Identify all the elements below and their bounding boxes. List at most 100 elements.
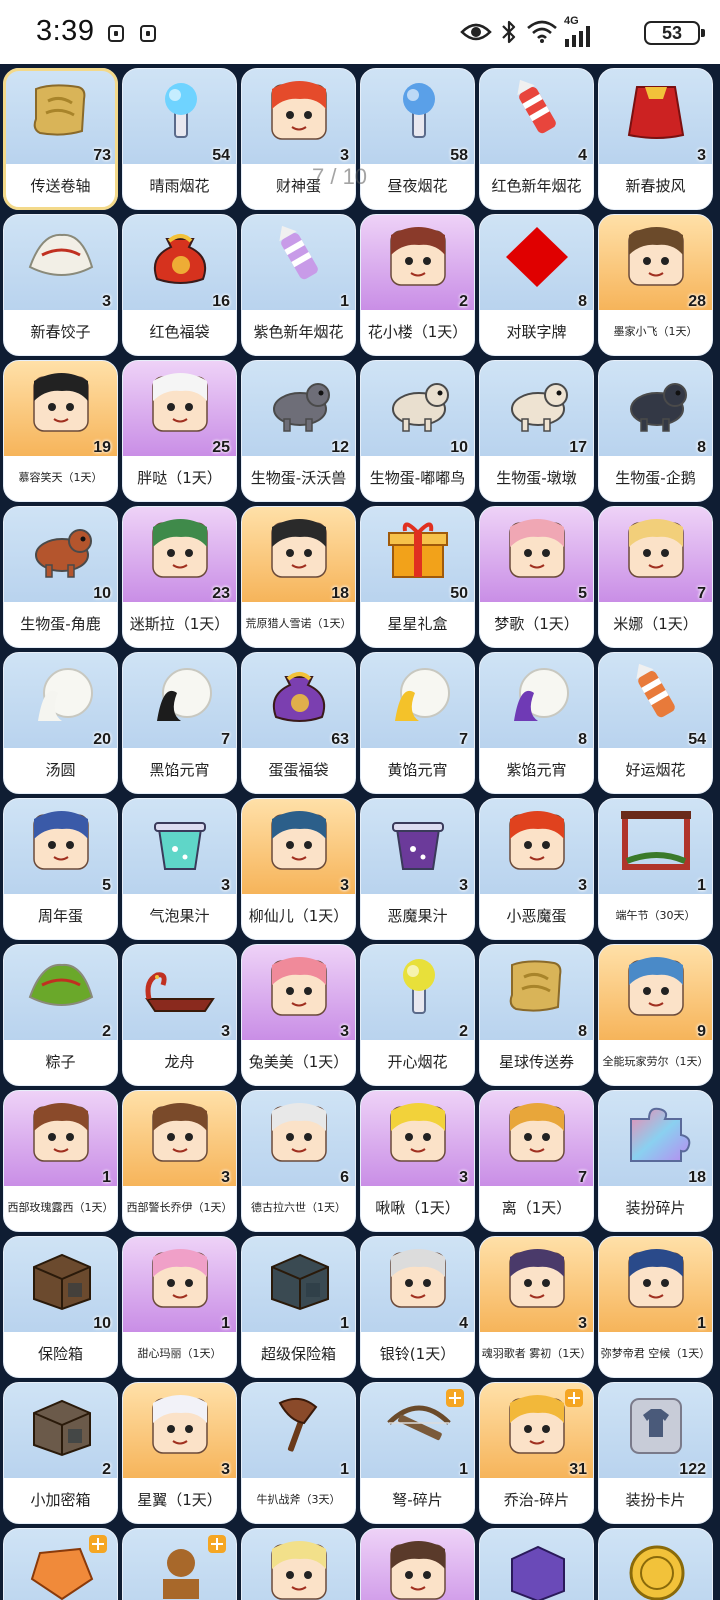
inventory-item-card[interactable]: 1 西部玫瑰露西（1天） [3,1090,118,1232]
inventory-item-card[interactable]: 58 昼夜烟花 [360,68,475,210]
item-image [22,1393,100,1457]
item-image [260,1539,338,1600]
inventory-item-card[interactable]: 7 离（1天） [479,1090,594,1232]
inventory-item-card[interactable]: 19 慕容笑天（1天） [3,360,118,502]
inventory-item-card[interactable]: 4 红色新年烟花 [479,68,594,210]
inventory-item-card[interactable]: 7 米娜（1天） [598,506,713,648]
inventory-item-card[interactable]: 8 星球传送券 [479,944,594,1086]
inventory-item-card[interactable]: 16 红色福袋 [122,214,237,356]
inventory-item-card[interactable]: 3 兔美美（1天） [241,944,356,1086]
inventory-item-card[interactable]: 7 黑馅元宵 [122,652,237,794]
firework-icon [402,83,435,138]
inventory-item-card[interactable]: 2 花小楼（1天） [360,214,475,356]
dragon-boat-icon [144,972,215,1012]
inventory-item-card[interactable]: 122 装扮卡片 [598,1382,713,1524]
item-image [379,1247,457,1311]
inventory-item-card[interactable]: 3 啾啾（1天） [360,1090,475,1232]
inventory-item-card[interactable]: 8 对联字牌 [479,214,594,356]
inventory-item-card[interactable]: 8 生物蛋-企鹅 [598,360,713,502]
inventory-item-card[interactable]: 18 荒原猎人雪诺（1天） [241,506,356,648]
inventory-item-card[interactable]: 28 墨家小飞（1天） [598,214,713,356]
item-name: 开心烟花 [387,1052,448,1071]
inventory-item-card[interactable]: 12 生物蛋-沃沃兽 [241,360,356,502]
inventory-item-card[interactable]: 2 开心烟花 [360,944,475,1086]
item-image [379,79,457,143]
item-image [379,517,457,581]
inventory-item-card[interactable]: 5 梦歌（1天） [479,506,594,648]
inventory-item-card[interactable]: 1 甜心玛丽（1天） [122,1236,237,1378]
inventory-item-card[interactable] [479,1528,594,1600]
item-name: 牛扒战斧（3天） [256,1493,341,1506]
inventory-item-card[interactable]: 3 星翼（1天） [122,1382,237,1524]
safe-box-icon [32,1253,91,1311]
inventory-item-card[interactable]: 23 迷斯拉（1天） [122,506,237,648]
character-portrait-icon [508,1249,565,1308]
eye-icon [460,23,492,41]
firework-icon [402,959,435,1014]
inventory-item-card[interactable]: 17 生物蛋-墩墩 [479,360,594,502]
item-image [22,955,100,1019]
inventory-item-card[interactable]: 2 小加密箱 [3,1382,118,1524]
inventory-item-card[interactable]: 20 汤圆 [3,652,118,794]
inventory-item-card[interactable]: 1 端午节（30天） [598,798,713,940]
signal-icon [565,26,590,47]
inventory-item-card[interactable]: 2 粽子 [3,944,118,1086]
item-name: 超级保险箱 [260,1344,336,1363]
inventory-item-card[interactable]: 25 胖哒（1天） [122,360,237,502]
inventory-item-card[interactable]: 3 小恶魔蛋 [479,798,594,940]
inventory-item-card[interactable]: 3 西部警长乔伊（1天） [122,1090,237,1232]
inventory-item-card[interactable]: 3 柳仙儿（1天） [241,798,356,940]
statue-icon [162,1549,199,1599]
notification-icon [140,25,156,42]
inventory-item-card[interactable]: 1 弥梦帝君 空候（1天） [598,1236,713,1378]
item-name: 恶魔果汁 [387,906,448,925]
item-count: 3 [340,877,349,894]
inventory-item-card[interactable] [3,1528,118,1600]
item-name: 迷斯拉（1天） [129,614,230,633]
inventory-item-card[interactable]: 3 新春饺子 [3,214,118,356]
inventory-item-card[interactable]: 54 好运烟花 [598,652,713,794]
inventory-item-card[interactable] [122,1528,237,1600]
inventory-item-card[interactable]: 5 周年蛋 [3,798,118,940]
inventory-item-card[interactable]: 4 银铃(1天） [360,1236,475,1378]
inventory-item-card[interactable]: 8 紫馅元宵 [479,652,594,794]
inventory-item-card[interactable]: 1 超级保险箱 [241,1236,356,1378]
inventory-item-card[interactable]: 10 保险箱 [3,1236,118,1378]
plus-badge-icon [89,1535,107,1553]
item-count: 6 [340,1169,349,1186]
inventory-item-card[interactable] [360,1528,475,1600]
inventory-item-card[interactable]: 3 恶魔果汁 [360,798,475,940]
inventory-item-card[interactable]: 54 晴雨烟花 [122,68,237,210]
inventory-item-card[interactable] [241,1528,356,1600]
item-count: 7 [697,585,706,602]
item-count: 2 [459,1023,468,1040]
rocket-firework-icon [635,663,675,718]
inventory-item-card[interactable]: 1 弩-碎片 [360,1382,475,1524]
item-count: 12 [331,439,349,456]
inventory-item-card[interactable]: 1 牛扒战斧（3天） [241,1382,356,1524]
inventory-item-card[interactable]: 3 气泡果汁 [122,798,237,940]
inventory-item-card[interactable] [598,1528,713,1600]
inventory-item-card[interactable]: 1 紫色新年烟花 [241,214,356,356]
inventory-item-card[interactable]: 18 装扮碎片 [598,1090,713,1232]
inventory-item-card[interactable]: 10 生物蛋-角鹿 [3,506,118,648]
inventory-item-card[interactable]: 73 传送卷轴 [3,68,118,210]
inventory-item-card[interactable]: 3 龙舟 [122,944,237,1086]
rocket-firework-icon [278,225,318,280]
inventory-item-card[interactable]: 50 星星礼盒 [360,506,475,648]
item-name: 银铃(1天） [379,1344,456,1363]
inventory-item-card[interactable]: 63 蛋蛋福袋 [241,652,356,794]
inventory-item-card[interactable]: 31 乔治-碎片 [479,1382,594,1524]
item-count: 20 [93,731,111,748]
inventory-item-card[interactable]: 9 全能玩家劳尔（1天） [598,944,713,1086]
inventory-item-card[interactable]: 6 德古拉六世（1天） [241,1090,356,1232]
inventory-item-card[interactable]: 7 黄馅元宵 [360,652,475,794]
inventory-item-card[interactable]: 3 新春披风 [598,68,713,210]
item-name: 汤圆 [45,760,76,779]
character-portrait-icon [508,1103,565,1162]
status-icons: 4G 53 [460,15,705,49]
inventory-item-card[interactable]: 3 魂羽歌者 雾初（1天） [479,1236,594,1378]
item-name: 全能玩家劳尔（1天） [602,1055,709,1068]
inventory-item-card[interactable]: 10 生物蛋-嘟嘟鸟 [360,360,475,502]
item-name: 啾啾（1天） [375,1198,460,1217]
